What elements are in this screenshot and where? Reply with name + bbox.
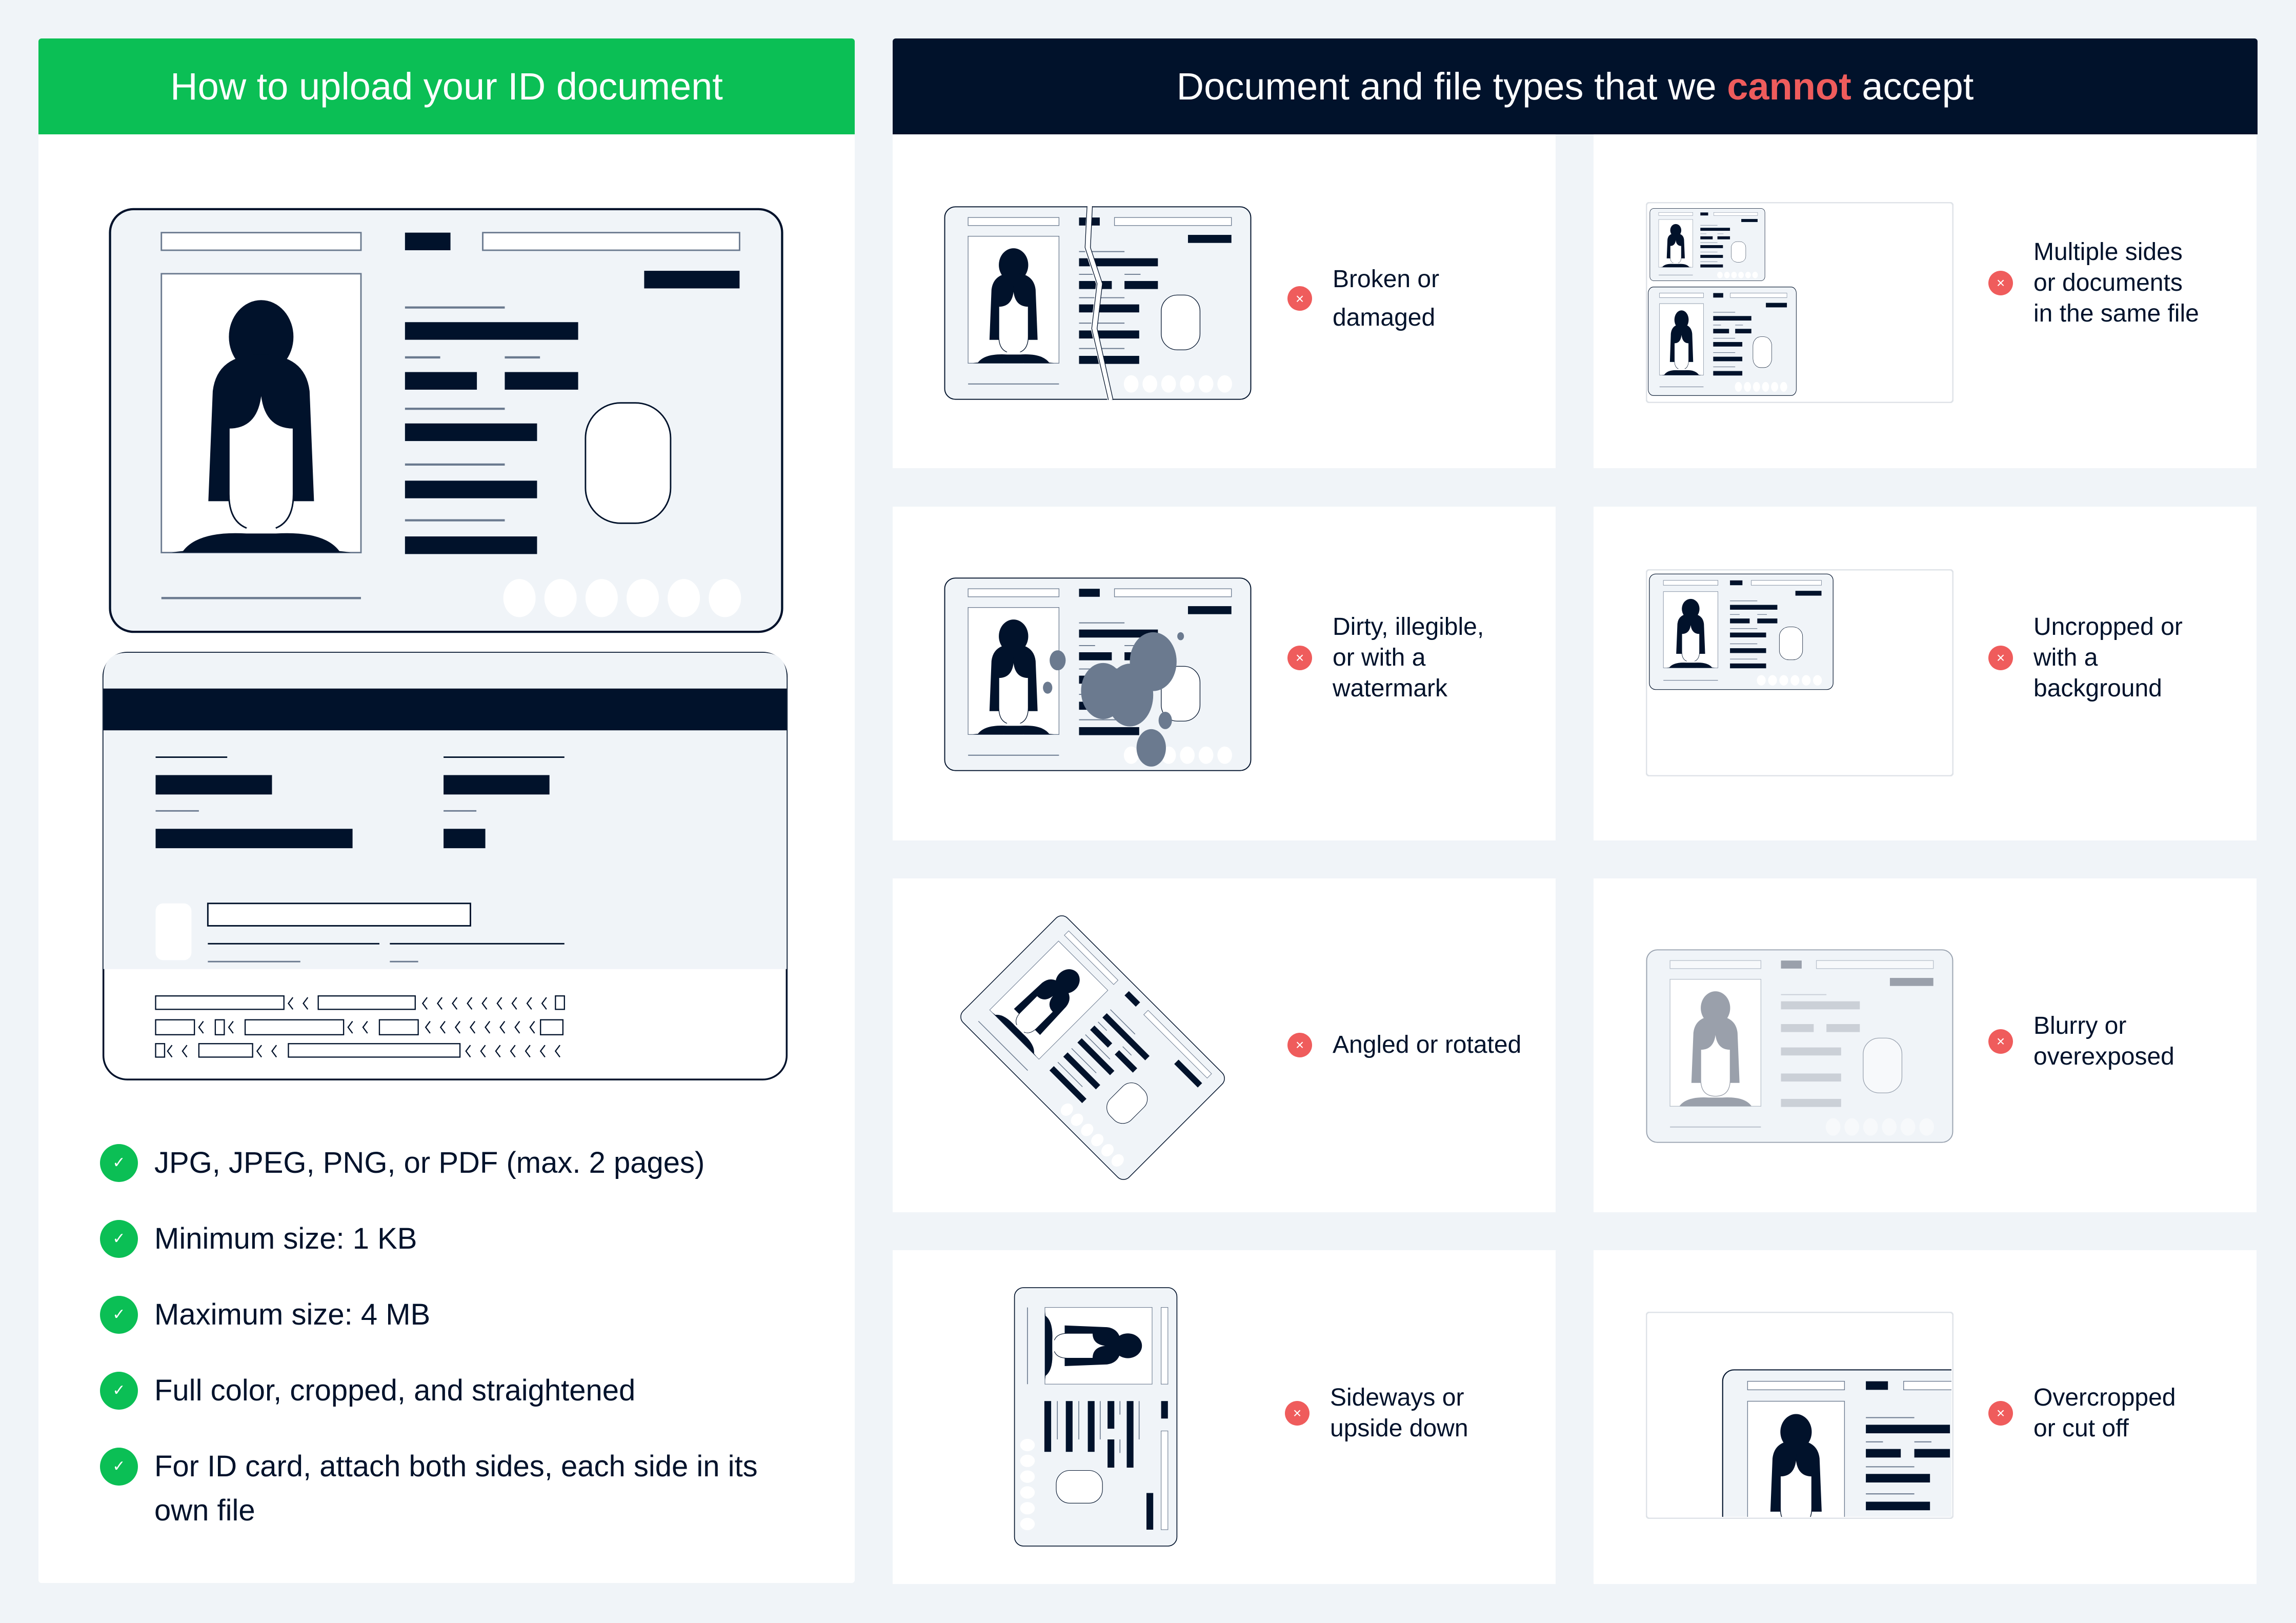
x-icon: × (1988, 1401, 2013, 1426)
x-icon: × (1988, 1029, 2013, 1054)
reject-tile-broken: × Broken or damaged (893, 134, 1556, 468)
broken-card-illustration (944, 206, 1252, 400)
rule-item: ✓ Maximum size: 4 MB (100, 1293, 818, 1337)
reject-tile-blurry: × Blurry or overexposed (1594, 878, 2257, 1212)
reject-tile-sideways: × Sideways or upside down (893, 1250, 1556, 1584)
id-card-back-illustration (102, 652, 788, 1080)
rotated-card-illustration (957, 912, 1228, 1184)
rule-item: ✓ For ID card, attach both sides, each s… (100, 1445, 818, 1533)
accepted-rules-list: ✓ JPG, JPEG, PNG, or PDF (max. 2 pages) … (100, 1141, 818, 1565)
x-icon: × (1287, 646, 1312, 670)
x-icon: × (1287, 286, 1312, 311)
overcropped-card-illustration (1646, 1312, 1953, 1519)
reject-label: × Overcropped or cut off (1988, 1382, 2234, 1444)
check-icon: ✓ (100, 1372, 138, 1410)
accepted-panel-header: How to upload your ID document (38, 38, 855, 134)
accepted-panel-title: How to upload your ID document (170, 65, 723, 108)
rule-text: Full color, cropped, and straightened (154, 1374, 636, 1407)
multiple-cards-illustration (1646, 202, 1953, 403)
blurry-card-illustration (1646, 949, 1953, 1143)
check-icon: ✓ (100, 1220, 138, 1258)
rule-text: Maximum size: 4 MB (154, 1298, 431, 1331)
reject-label: × Sideways or upside down (1285, 1382, 1531, 1444)
uncropped-card-illustration (1646, 569, 1953, 776)
rule-item: ✓ Minimum size: 1 KB (100, 1217, 818, 1261)
rule-item: ✓ Full color, cropped, and straightened (100, 1369, 818, 1413)
rule-text: JPG, JPEG, PNG, or PDF (max. 2 pages) (154, 1146, 705, 1179)
reject-label: × Uncropped or with a background (1988, 612, 2234, 704)
reject-label: × Angled or rotated (1287, 1030, 1554, 1060)
reject-label: × Dirty, illegible, or with a watermark (1287, 612, 1534, 704)
reject-label: × Blurry or overexposed (1988, 1011, 2234, 1072)
reject-tile-overcropped: × Overcropped or cut off (1594, 1250, 2257, 1584)
reject-tile-angled: × Angled or rotated (893, 878, 1556, 1212)
check-icon: ✓ (100, 1448, 138, 1486)
reject-label: × Multiple sides or documents in the sam… (1988, 237, 2234, 329)
rejected-panel-header: Document and file types that we cannot a… (893, 38, 2258, 134)
reject-label: × Broken or damaged (1287, 260, 1534, 337)
x-icon: × (1988, 271, 2013, 295)
reject-tile-dirty: × Dirty, illegible, or with a watermark (893, 507, 1556, 840)
rejected-panel-title: Document and file types that we cannot a… (1176, 65, 1974, 108)
sideways-card-illustration (1014, 1287, 1178, 1547)
check-icon: ✓ (100, 1296, 138, 1334)
dirty-card-illustration (944, 577, 1252, 771)
reject-tile-uncropped: × Uncropped or with a background (1594, 507, 2257, 840)
rule-text: Minimum size: 1 KB (154, 1222, 417, 1255)
x-icon: × (1287, 1033, 1312, 1057)
rule-item: ✓ JPG, JPEG, PNG, or PDF (max. 2 pages) (100, 1141, 818, 1185)
x-icon: × (1988, 646, 2013, 670)
rule-text: For ID card, attach both sides, each sid… (154, 1450, 758, 1527)
x-icon: × (1285, 1401, 1310, 1426)
id-card-front-illustration (103, 208, 790, 633)
reject-tile-multiple: × Multiple sides or documents in the sam… (1594, 134, 2257, 468)
check-icon: ✓ (100, 1144, 138, 1182)
cannot-highlight: cannot (1727, 65, 1851, 108)
